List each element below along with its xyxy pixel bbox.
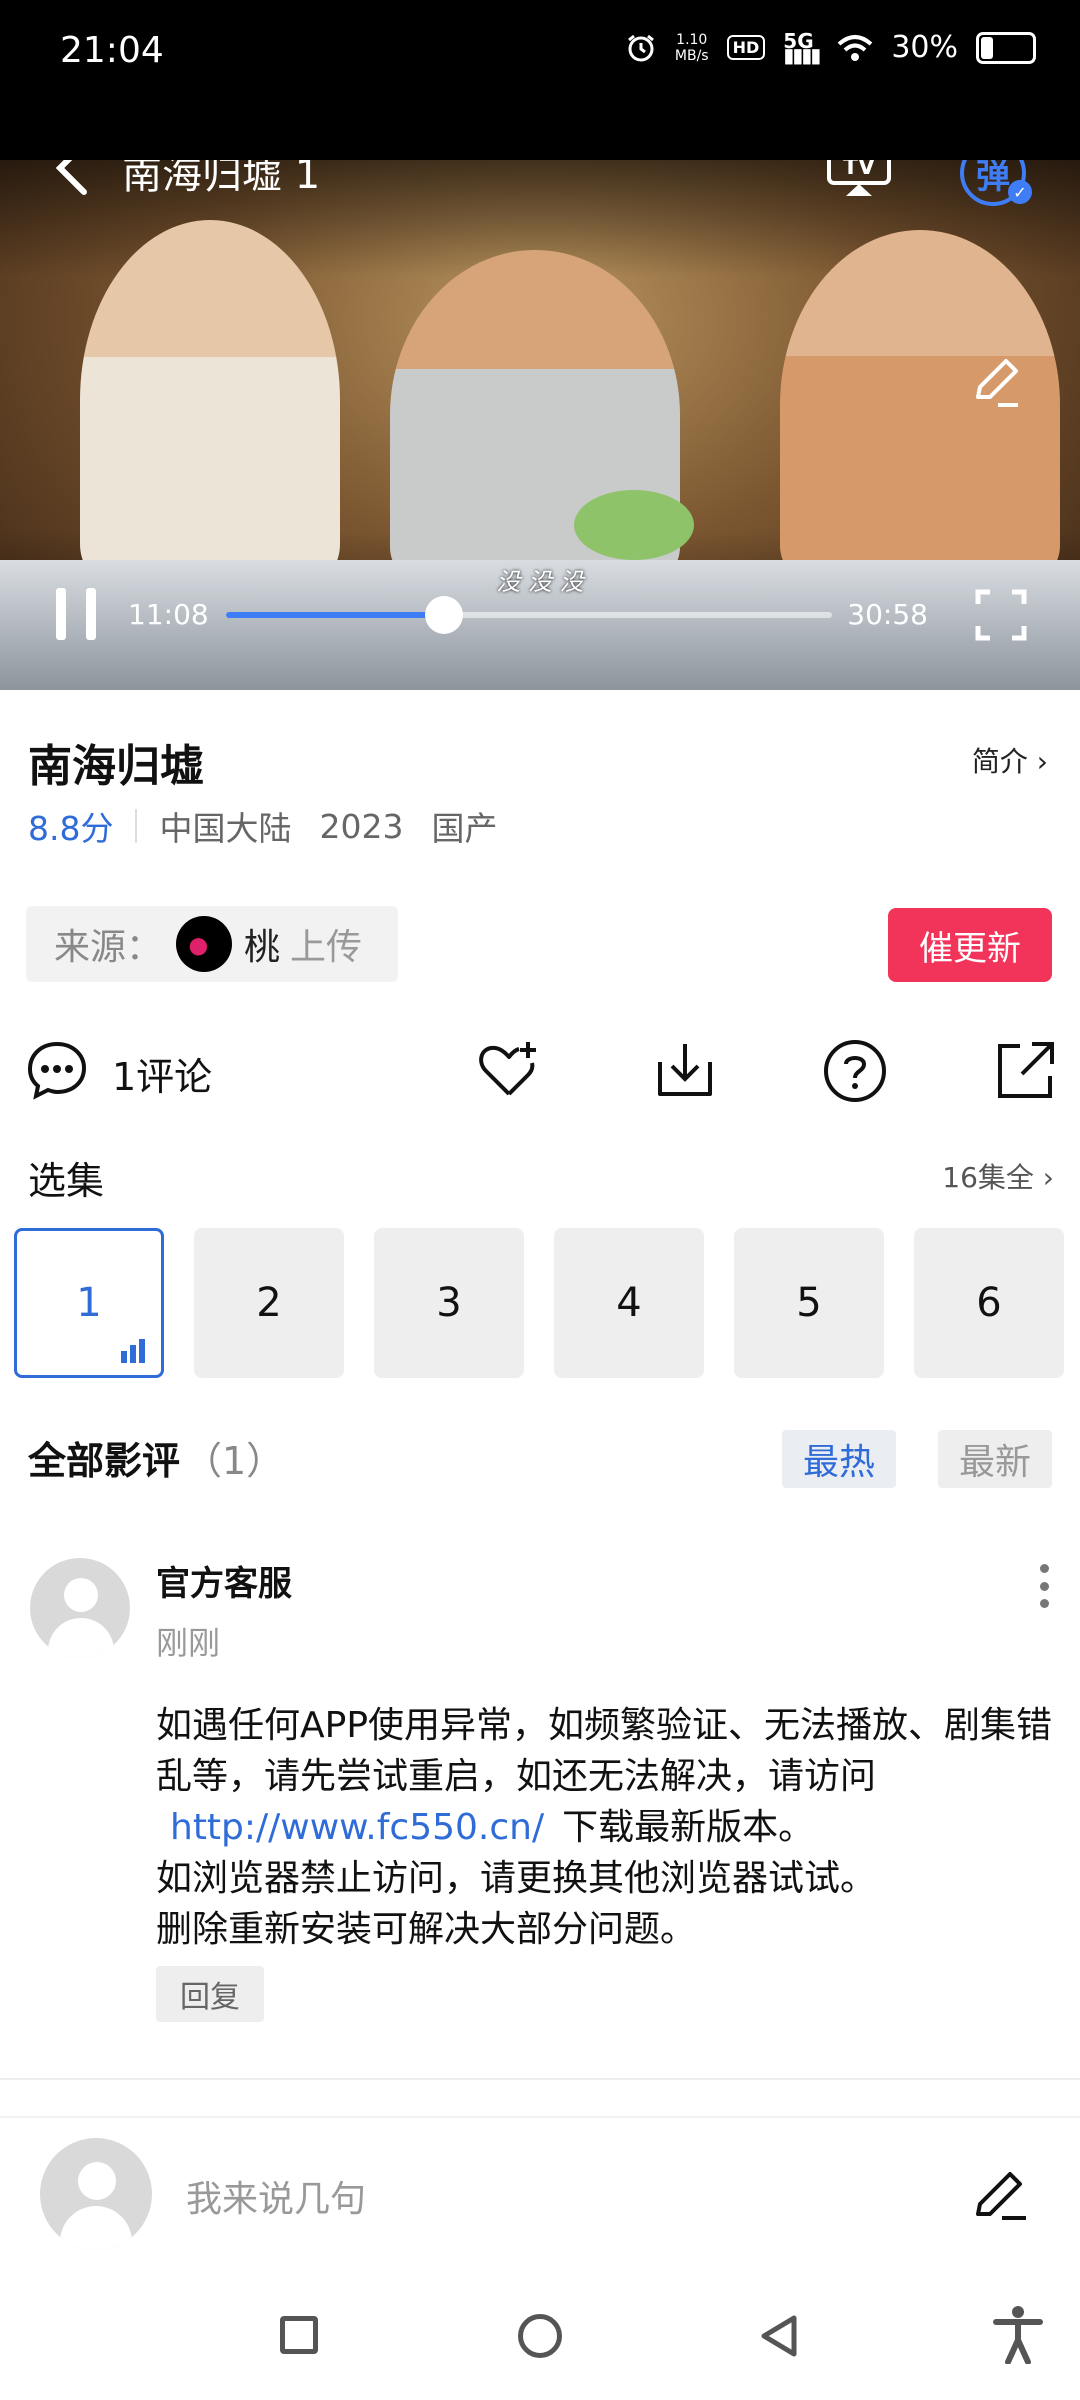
episode-6[interactable]: 6: [914, 1228, 1064, 1378]
episode-5[interactable]: 5: [734, 1228, 884, 1378]
status-icons: 1.10 MB/s HD 5G ▮▮▮▮ 30%: [625, 30, 1036, 65]
comment-icon[interactable]: [26, 1040, 88, 1102]
fullscreen-icon[interactable]: [974, 588, 1028, 642]
playing-bars-icon: [121, 1339, 145, 1363]
video-title: 南海归墟 1: [122, 160, 321, 198]
progress-knob[interactable]: [425, 596, 464, 634]
chevron-right-icon: ›: [1042, 1161, 1054, 1194]
uploader-avatar: [176, 916, 233, 972]
meta-divider: [135, 809, 138, 843]
year: 2023: [319, 806, 404, 846]
source-label: 来源：: [54, 927, 163, 968]
progress-bar[interactable]: [226, 596, 832, 634]
avatar[interactable]: [30, 1558, 130, 1658]
episode-3[interactable]: 3: [374, 1228, 524, 1378]
battery-level: [981, 36, 994, 59]
uploader-name: 桃: [244, 927, 281, 968]
total-time: 30:58: [847, 598, 928, 631]
divider: [0, 2116, 1080, 2118]
back-arrow-icon[interactable]: [50, 160, 94, 196]
reply-button[interactable]: 回复: [156, 1966, 264, 2022]
recent-apps-button[interactable]: [280, 2316, 318, 2354]
accessibility-icon[interactable]: [990, 2304, 1046, 2364]
net-speed: 1.10 MB/s: [674, 31, 709, 64]
battery-icon: [976, 31, 1036, 64]
region: 中国大陆: [159, 809, 292, 848]
tab-hottest[interactable]: 最热: [782, 1430, 896, 1488]
my-avatar: [40, 2138, 152, 2250]
wifi-icon: [837, 34, 873, 61]
score: 8.8分: [28, 809, 114, 848]
comment-author[interactable]: 官方客服: [156, 1556, 292, 1605]
pause-button[interactable]: [54, 588, 98, 640]
comment-input[interactable]: 我来说几句: [186, 2170, 366, 2222]
reviews-title: 全部影评: [28, 1439, 181, 1483]
urge-update-button[interactable]: 催更新: [888, 908, 1052, 982]
video-subtitle: 没 没 没: [496, 568, 584, 596]
more-options-icon[interactable]: [1038, 1564, 1050, 1608]
share-icon[interactable]: [992, 1038, 1058, 1104]
favorite-heart-icon[interactable]: [476, 1038, 542, 1104]
comment-text: 如遇任何APP使用异常，如频繁验证、无法播放、剧集错乱等，请先尝试重启，如还无法…: [156, 1705, 1053, 1950]
help-icon[interactable]: [822, 1038, 888, 1104]
all-episodes-link[interactable]: 16集全 ›: [942, 1156, 1054, 1196]
source-box[interactable]: 来源： 桃 上传: [26, 906, 398, 982]
episode-1[interactable]: 1: [14, 1228, 164, 1378]
episode-2[interactable]: 2: [194, 1228, 344, 1378]
tv-text: TV: [843, 160, 875, 180]
back-triangle-icon[interactable]: [756, 2312, 802, 2360]
scene-lettuce: [574, 490, 694, 560]
progress-fill: [226, 612, 445, 618]
signal-icon: 5G ▮▮▮▮: [783, 28, 821, 67]
show-title: 南海归墟: [28, 741, 204, 792]
comment-count[interactable]: 1评论: [112, 1046, 212, 1101]
home-button[interactable]: [518, 2314, 562, 2358]
category: 国产: [431, 809, 498, 848]
alarm-icon: [627, 34, 654, 61]
current-time: 11:08: [128, 598, 209, 631]
episode-4[interactable]: 4: [554, 1228, 704, 1378]
intro-link[interactable]: 简介 ›: [972, 740, 1048, 780]
cast-tv-icon[interactable]: TV: [826, 160, 892, 198]
episodes-title: 选集: [28, 1159, 105, 1203]
uploaded-label: 上传: [290, 927, 363, 968]
battery-percent: 30%: [891, 30, 958, 65]
chevron-right-icon: ›: [1036, 745, 1048, 778]
divider: [0, 2078, 1080, 2080]
status-time: 21:04: [60, 30, 164, 71]
comment-link[interactable]: http://www.fc550.cn/: [170, 1807, 544, 1848]
check-icon: ✓: [1008, 180, 1032, 204]
status-bar: 21:04 1.10 MB/s HD 5G ▮▮▮▮ 30%: [0, 0, 1080, 160]
hd-badge: HD: [726, 35, 766, 60]
download-icon[interactable]: [652, 1038, 718, 1104]
tab-newest[interactable]: 最新: [938, 1430, 1052, 1488]
reviews-count: （1）: [184, 1439, 285, 1483]
show-meta: 8.8分 中国大陆 2023 国产: [28, 802, 497, 850]
video-player[interactable]: 没 没 没 南海归墟 1 TV 弹 ✓ 11:08 30:58: [0, 160, 1080, 690]
comment-time: 刚刚: [156, 1624, 221, 1662]
edit-pencil-icon[interactable]: [970, 2164, 1030, 2224]
scene-person-left: [80, 220, 340, 580]
danmu-edit-pencil-icon[interactable]: [968, 355, 1024, 411]
